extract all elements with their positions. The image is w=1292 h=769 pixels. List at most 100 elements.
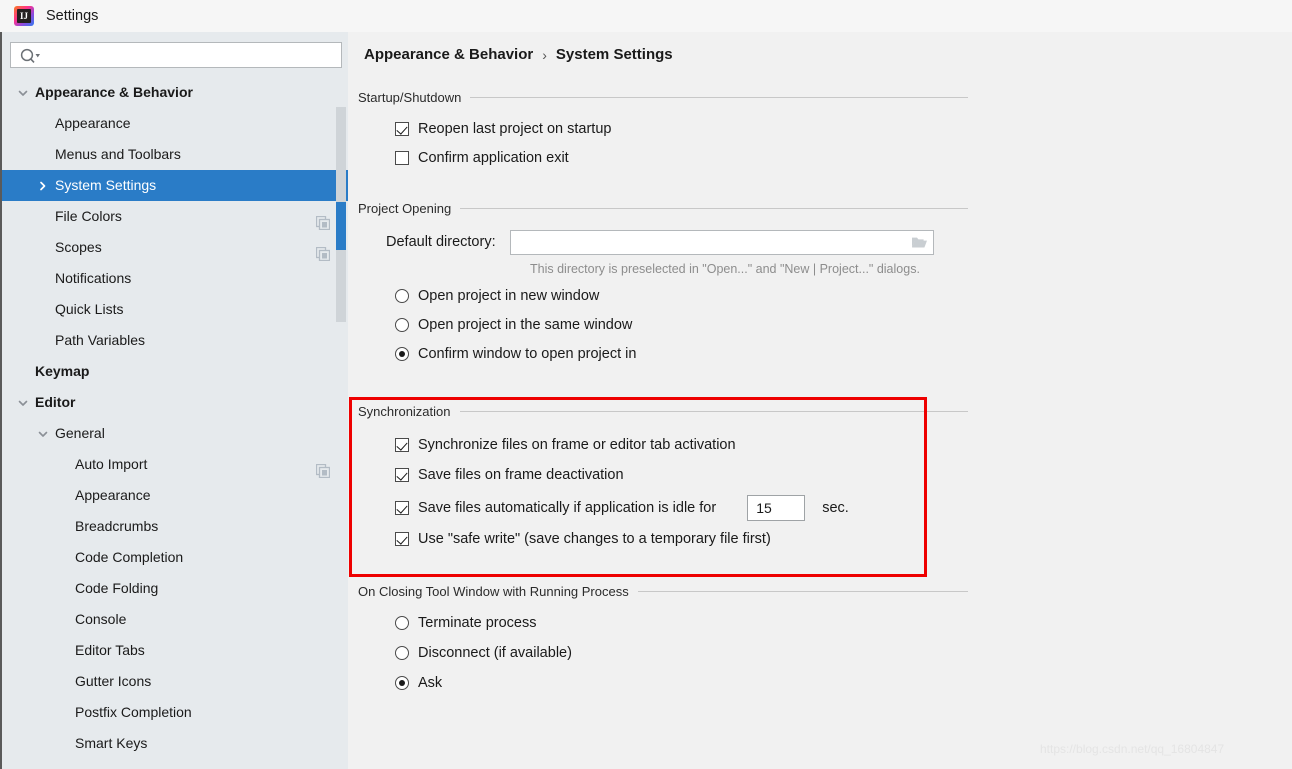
checkbox-sync-files-on-activation[interactable]: Synchronize files on frame or editor tab… bbox=[358, 430, 968, 459]
sidebar-item-label: Appearance bbox=[75, 487, 151, 503]
sidebar-scrollbar-thumb[interactable] bbox=[336, 202, 346, 250]
sidebar-item-label: Breadcrumbs bbox=[75, 518, 159, 534]
section-title: Startup/Shutdown bbox=[358, 90, 462, 105]
sidebar-item-code-folding[interactable]: Code Folding bbox=[2, 573, 348, 604]
radio-indicator[interactable] bbox=[395, 615, 409, 630]
default-directory-input[interactable] bbox=[514, 230, 905, 254]
sidebar-item-label: Console bbox=[75, 611, 127, 627]
idle-seconds-field[interactable] bbox=[747, 494, 806, 521]
checkbox-indicator[interactable] bbox=[395, 150, 409, 165]
chevron-down-icon[interactable] bbox=[16, 396, 30, 410]
section-header: Synchronization bbox=[358, 404, 968, 419]
sidebar-item-label: Editor Tabs bbox=[75, 642, 145, 658]
checkbox-indicator[interactable] bbox=[395, 437, 409, 452]
checkbox-indicator[interactable] bbox=[395, 500, 409, 515]
search-field[interactable] bbox=[10, 42, 342, 68]
section-header: On Closing Tool Window with Running Proc… bbox=[358, 584, 968, 599]
radio-open-project-same-window[interactable]: Open project in the same window bbox=[358, 310, 968, 339]
sidebar-item-code-completion[interactable]: Code Completion bbox=[2, 542, 348, 573]
settings-tree: Appearance & Behavior Appearance Menus and… bbox=[2, 77, 348, 769]
sidebar-item-gutter-icons[interactable]: Gutter Icons bbox=[2, 666, 348, 697]
chevron-down-icon[interactable] bbox=[36, 427, 50, 441]
checkbox-save-files-when-idle[interactable]: Save files automatically if application … bbox=[358, 491, 968, 524]
sidebar-item-quick-lists[interactable]: Quick Lists bbox=[2, 294, 348, 325]
radio-indicator[interactable] bbox=[395, 645, 409, 660]
copy-settings-icon[interactable] bbox=[315, 210, 331, 230]
search-input[interactable] bbox=[43, 43, 337, 67]
folder-icon[interactable] bbox=[911, 235, 928, 250]
sidebar-item-file-colors[interactable]: File Colors bbox=[2, 201, 348, 232]
section-on-closing-tool-window: On Closing Tool Window with Running Proc… bbox=[358, 584, 968, 697]
idle-seconds-unit-label: sec. bbox=[822, 499, 849, 516]
radio-label: Open project in new window bbox=[418, 287, 600, 304]
sidebar-item-menus-and-toolbars[interactable]: Menus and Toolbars bbox=[2, 139, 348, 170]
sidebar-item-system-settings[interactable]: System Settings bbox=[2, 170, 348, 201]
sidebar-item-postfix-completion[interactable]: Postfix Completion bbox=[2, 697, 348, 728]
radio-ask[interactable]: Ask bbox=[358, 668, 968, 697]
idle-seconds-input[interactable] bbox=[754, 495, 799, 520]
checkbox-save-files-on-deactivation[interactable]: Save files on frame deactivation bbox=[358, 459, 968, 491]
settings-main-panel: Appearance & Behavior › System Settings … bbox=[348, 32, 1292, 769]
sidebar-item-path-variables[interactable]: Path Variables bbox=[2, 325, 348, 356]
window-title: Settings bbox=[46, 8, 99, 24]
radio-indicator[interactable] bbox=[395, 346, 409, 361]
radio-label: Confirm window to open project in bbox=[418, 345, 637, 362]
section-rule bbox=[459, 411, 968, 412]
chevron-down-icon[interactable] bbox=[16, 86, 30, 100]
sidebar-item-label: Code Folding bbox=[75, 580, 159, 596]
breadcrumb-parent[interactable]: Appearance & Behavior bbox=[364, 46, 533, 63]
sidebar-item-editor-tabs[interactable]: Editor Tabs bbox=[2, 635, 348, 666]
copy-settings-icon[interactable] bbox=[315, 241, 331, 261]
sidebar-item-notifications[interactable]: Notifications bbox=[2, 263, 348, 294]
sidebar-item-console[interactable]: Console bbox=[2, 604, 348, 635]
sidebar-item-appearance[interactable]: Appearance bbox=[2, 480, 348, 511]
radio-label: Disconnect (if available) bbox=[418, 644, 572, 661]
section-header: Startup/Shutdown bbox=[358, 90, 968, 105]
radio-indicator[interactable] bbox=[395, 317, 409, 332]
checkbox-confirm-application-exit[interactable]: Confirm application exit bbox=[358, 143, 968, 172]
sidebar-item-label: Menus and Toolbars bbox=[55, 146, 181, 162]
chevron-right-icon[interactable] bbox=[36, 179, 50, 193]
sidebar-item-keymap[interactable]: Keymap bbox=[2, 356, 348, 387]
sidebar-item-smart-keys[interactable]: Smart Keys bbox=[2, 728, 348, 759]
sidebar-item-label: Quick Lists bbox=[55, 301, 124, 317]
checkbox-label: Save files on frame deactivation bbox=[418, 467, 624, 483]
sidebar-item-label: File Colors bbox=[55, 208, 122, 224]
section-title: Project Opening bbox=[358, 201, 452, 216]
sidebar-item-label: Path Variables bbox=[55, 332, 146, 348]
radio-confirm-window-to-open[interactable]: Confirm window to open project in bbox=[358, 339, 968, 368]
checkbox-label: Use "safe write" (save changes to a temp… bbox=[418, 530, 771, 547]
default-directory-field[interactable] bbox=[509, 229, 934, 255]
copy-settings-icon[interactable] bbox=[315, 458, 331, 478]
radio-terminate-process[interactable]: Terminate process bbox=[358, 608, 968, 637]
search-icon bbox=[19, 47, 41, 65]
checkbox-label: Synchronize files on frame or editor tab… bbox=[418, 436, 736, 453]
sidebar-item-label: Scopes bbox=[55, 239, 102, 255]
sidebar-item-label: Appearance & Behavior bbox=[35, 84, 193, 100]
checkbox-indicator[interactable] bbox=[395, 531, 409, 546]
checkbox-indicator[interactable] bbox=[395, 121, 409, 136]
radio-open-project-new-window[interactable]: Open project in new window bbox=[358, 281, 968, 310]
radio-indicator[interactable] bbox=[395, 288, 409, 303]
sidebar-item-editor[interactable]: Editor bbox=[2, 387, 348, 418]
checkbox-indicator[interactable] bbox=[395, 468, 409, 482]
checkbox-reopen-last-project[interactable]: Reopen last project on startup bbox=[358, 114, 968, 143]
sidebar-item-auto-import[interactable]: Auto Import bbox=[2, 449, 348, 480]
sidebar-item-breadcrumbs[interactable]: Breadcrumbs bbox=[2, 511, 348, 542]
sidebar-item-appearance-behavior[interactable]: Appearance & Behavior bbox=[2, 77, 348, 108]
checkbox-label: Confirm application exit bbox=[418, 149, 569, 166]
sidebar-item-scopes[interactable]: Scopes bbox=[2, 232, 348, 263]
app-icon-glyph: IJ bbox=[17, 9, 31, 23]
sidebar-item-general[interactable]: General bbox=[2, 418, 348, 449]
radio-indicator[interactable] bbox=[395, 675, 409, 690]
sidebar-item-appearance[interactable]: Appearance bbox=[2, 108, 348, 139]
radio-disconnect-if-available[interactable]: Disconnect (if available) bbox=[358, 637, 968, 668]
checkbox-use-safe-write[interactable]: Use "safe write" (save changes to a temp… bbox=[358, 524, 968, 553]
